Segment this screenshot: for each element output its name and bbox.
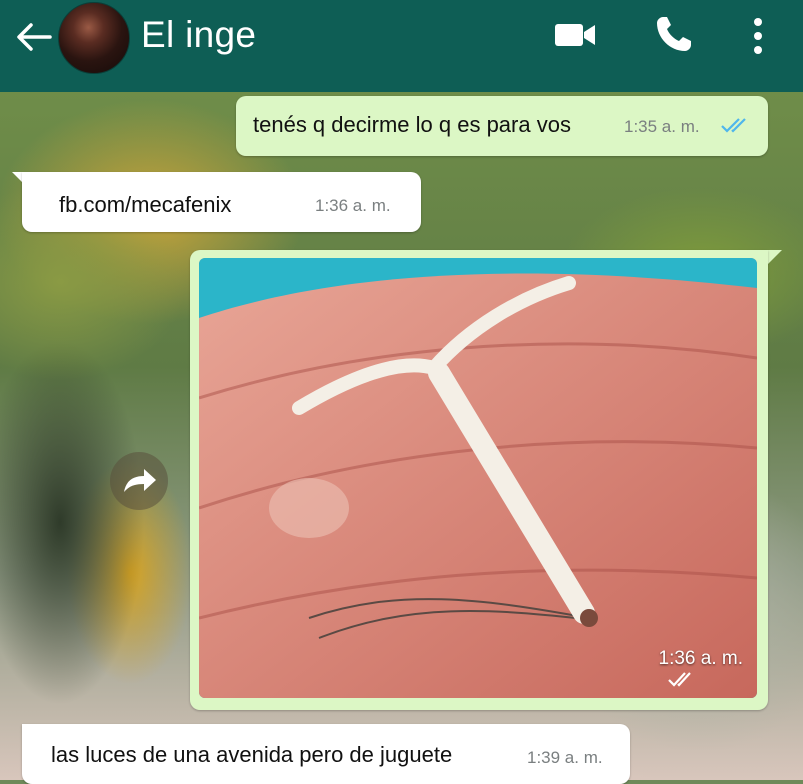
message-text: fb.com/mecafenix: [59, 192, 232, 217]
message-image[interactable]: 1:36 a. m.: [199, 258, 757, 698]
message-time: 1:36 a. m.: [658, 648, 744, 669]
phone-icon[interactable]: [654, 14, 694, 54]
message-text: tenés q decirme lo q es para vos: [253, 112, 571, 137]
photo-of-hand-with-device: [199, 258, 757, 698]
more-vertical-icon[interactable]: [751, 16, 765, 56]
message-time: 1:39 a. m.: [527, 748, 603, 767]
message-outgoing-image[interactable]: 1:36 a. m.: [190, 250, 768, 710]
message-text: las luces de una avenida pero de juguete: [51, 742, 453, 767]
message-time: 1:36 a. m.: [315, 196, 391, 215]
message-outgoing[interactable]: tenés q decirme lo q es para vos 1:35 a.…: [236, 96, 768, 156]
message-incoming[interactable]: las luces de una avenida pero de juguete…: [22, 724, 630, 784]
image-meta: 1:36 a. m.: [658, 648, 744, 688]
video-camera-icon[interactable]: [553, 20, 597, 50]
double-check-icon: [721, 118, 746, 133]
contact-name[interactable]: El inge: [141, 14, 256, 56]
forward-button[interactable]: [110, 452, 168, 510]
message-time: 1:35 a. m.: [624, 117, 700, 136]
avatar[interactable]: [58, 2, 130, 74]
bubble-tail: [768, 250, 782, 264]
chat-header: El inge: [0, 0, 803, 92]
message-incoming[interactable]: fb.com/mecafenix 1:36 a. m.: [22, 172, 421, 232]
forward-icon: [124, 469, 156, 492]
double-check-icon: [667, 672, 691, 687]
arrow-left-icon[interactable]: [14, 19, 54, 55]
